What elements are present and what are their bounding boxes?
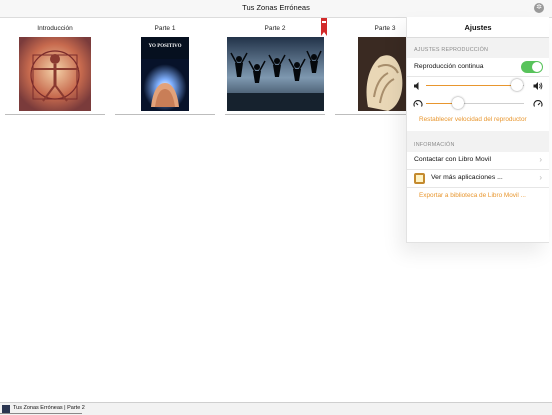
shelf-divider xyxy=(115,114,215,115)
book-cover[interactable] xyxy=(19,37,91,111)
title-bar: Tus Zonas Erróneas ✲ xyxy=(0,0,552,18)
speed-slow-icon xyxy=(413,100,423,107)
bookmark-icon xyxy=(321,18,327,36)
speed-slider[interactable] xyxy=(426,97,524,111)
volume-slider[interactable] xyxy=(426,79,524,93)
reset-speed-button[interactable]: Restablecer velocidad del reproductor xyxy=(419,116,527,123)
book-label: Parte 1 xyxy=(154,25,176,32)
more-apps-row[interactable]: Ver más aplicaciones ... › xyxy=(407,170,549,188)
gear-icon[interactable]: ✲ xyxy=(534,3,544,13)
book-parte-1[interactable]: Parte 1 YO POSITIVO xyxy=(115,18,215,116)
book-cover-title: YO POSITIVO xyxy=(148,44,182,49)
chevron-right-icon: › xyxy=(539,155,542,164)
more-apps-label: Ver más aplicaciones ... xyxy=(431,174,503,181)
volume-slider-thumb[interactable] xyxy=(511,79,524,91)
reset-speed-row[interactable]: Restablecer velocidad del reproductor xyxy=(407,114,549,128)
settings-panel: Ajustes AJUSTES REPRODUCCIÓN Reproducció… xyxy=(406,17,549,243)
info-section: INFORMACIÓN xyxy=(407,131,549,153)
continuous-playback-toggle[interactable] xyxy=(521,61,543,73)
shelf-divider xyxy=(5,114,105,115)
book-label: Introducción xyxy=(37,25,73,32)
playback-section-title: AJUSTES REPRODUCCIÓN xyxy=(414,47,489,53)
contact-label: Contactar con Libro Movil xyxy=(414,156,492,163)
shelf-divider xyxy=(225,114,325,115)
book-parte-2[interactable]: Parte 2 xyxy=(225,18,325,116)
book-parte-3[interactable]: Parte 3 xyxy=(335,18,406,116)
continuous-playback-label: Reproducción continua xyxy=(414,63,484,70)
app-store-icon xyxy=(414,173,425,184)
info-section-title: INFORMACIÓN xyxy=(414,142,455,148)
window-title: Tus Zonas Erróneas xyxy=(242,3,310,12)
shelf-divider xyxy=(335,114,406,115)
volume-row xyxy=(407,77,549,95)
now-playing-thumbnail xyxy=(2,405,10,413)
book-label: Parte 2 xyxy=(264,25,286,32)
book-cover[interactable] xyxy=(227,37,324,111)
now-playing-bar[interactable]: Tus Zonas Erróneas | Parte 2 xyxy=(0,402,552,415)
now-playing-text: Tus Zonas Erróneas | Parte 2 xyxy=(13,405,85,411)
settings-title: Ajustes xyxy=(464,23,492,32)
book-cover[interactable]: YO POSITIVO xyxy=(141,37,189,111)
export-button[interactable]: Exportar a biblioteca de Libro Movil ... xyxy=(419,192,526,199)
chevron-right-icon: › xyxy=(539,173,542,182)
volume-slider-fill xyxy=(426,85,518,86)
book-cover[interactable] xyxy=(358,37,406,111)
toggle-knob xyxy=(532,62,542,72)
speed-fast-icon xyxy=(533,100,543,107)
continuous-playback-row: Reproducción continua xyxy=(407,58,549,77)
speed-row xyxy=(407,95,549,113)
export-row[interactable]: Exportar a biblioteca de Libro Movil ... xyxy=(407,188,549,204)
speaker-high-icon xyxy=(533,82,543,90)
speaker-low-icon xyxy=(414,82,419,90)
speed-slider-thumb[interactable] xyxy=(452,97,465,109)
book-introduccion[interactable]: Introducción xyxy=(5,18,105,116)
contact-row[interactable]: Contactar con Libro Movil › xyxy=(407,152,549,170)
